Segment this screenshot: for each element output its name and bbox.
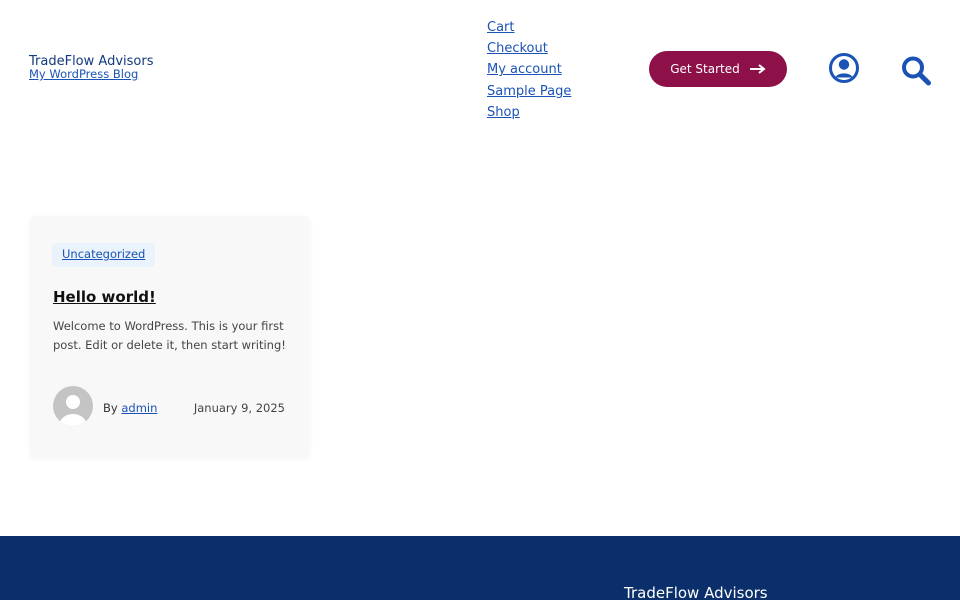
site-tagline-link[interactable]: My WordPress Blog	[29, 68, 153, 81]
search-icon[interactable]	[900, 54, 932, 86]
post-title[interactable]: Hello world!	[53, 288, 156, 306]
avatar-placeholder-icon	[53, 386, 93, 426]
by-label: By	[103, 401, 118, 415]
get-started-label: Get Started	[670, 62, 740, 76]
main-navigation: Cart Checkout My account Sample Page Sho…	[487, 17, 571, 123]
footer-site-title: TradeFlow Advisors	[624, 584, 768, 600]
author-link[interactable]: admin	[121, 401, 157, 415]
post-card: Uncategorized Hello world! Welcome to Wo…	[30, 216, 310, 458]
page: TradeFlow Advisors My WordPress Blog Car…	[0, 0, 960, 600]
nav-link-my-account[interactable]: My account	[487, 59, 571, 80]
nav-link-cart[interactable]: Cart	[487, 17, 571, 38]
byline: By admin	[103, 401, 157, 415]
nav-link-checkout[interactable]: Checkout	[487, 38, 571, 59]
get-started-button[interactable]: Get Started	[649, 51, 787, 87]
category-badge[interactable]: Uncategorized	[52, 243, 156, 267]
site-branding: TradeFlow Advisors My WordPress Blog	[29, 55, 153, 81]
post-excerpt: Welcome to WordPress. This is your first…	[53, 319, 286, 352]
site-footer: TradeFlow Advisors	[0, 536, 960, 600]
nav-link-sample-page[interactable]: Sample Page	[487, 81, 571, 102]
post-date: January 9, 2025	[193, 401, 285, 415]
avatar	[53, 386, 93, 426]
arrow-right-icon	[749, 64, 766, 74]
user-circle-icon[interactable]	[828, 52, 860, 84]
nav-link-shop[interactable]: Shop	[487, 102, 571, 123]
